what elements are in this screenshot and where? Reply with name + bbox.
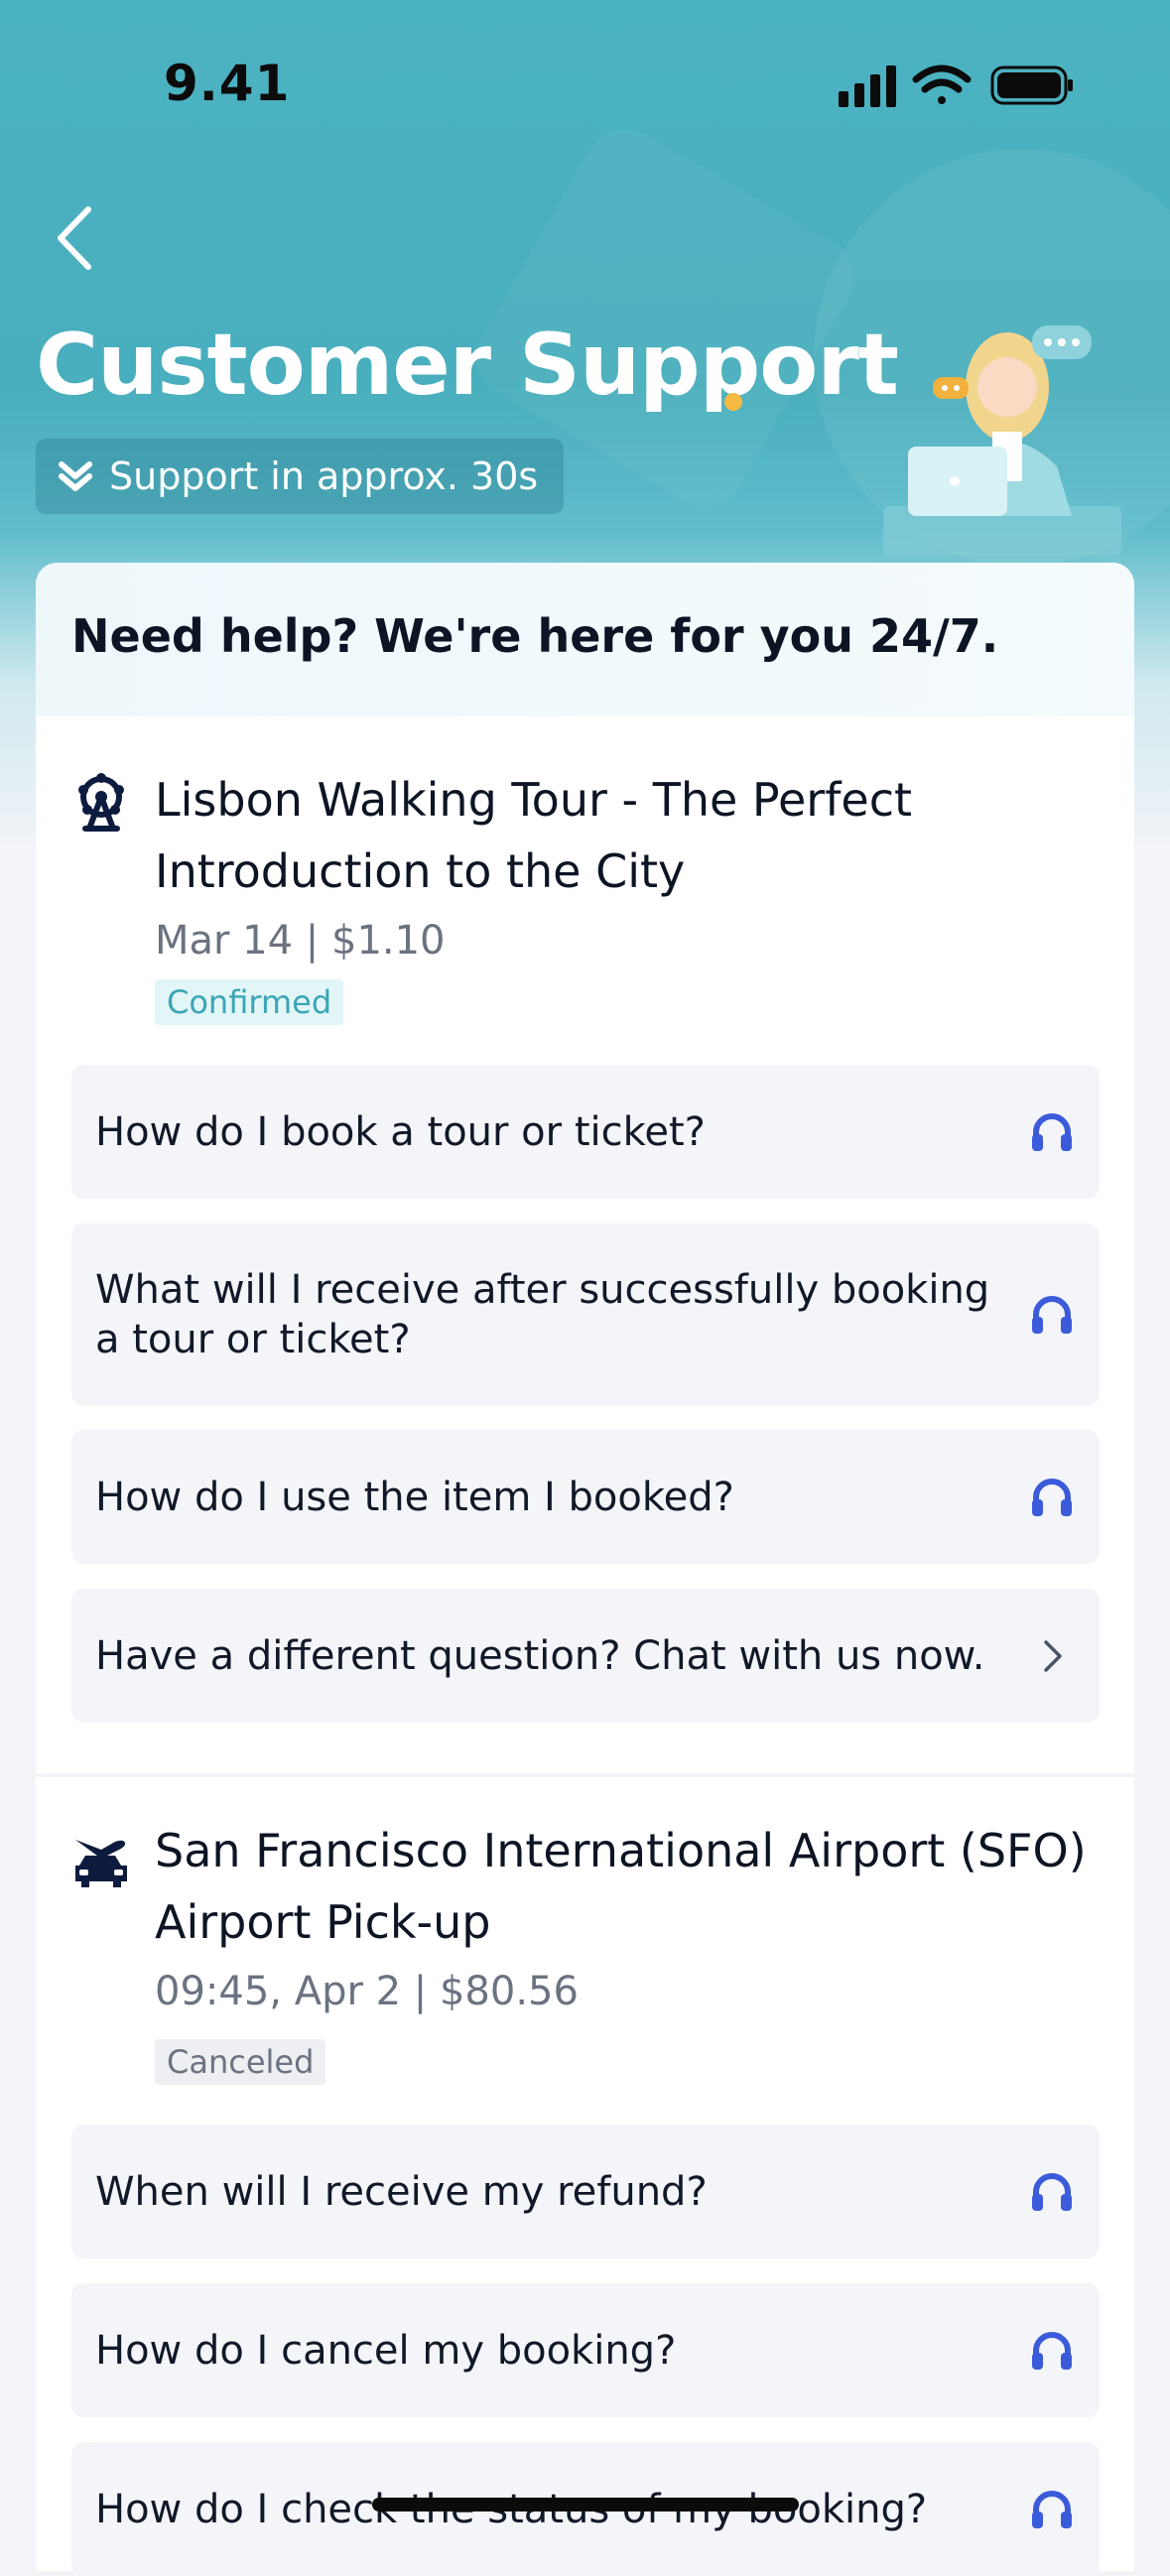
headset-icon	[1032, 2331, 1072, 2370]
faq-question: How do I use the item I booked?	[95, 1474, 734, 1520]
faq-item[interactable]: What will I receive after successfully b…	[71, 1224, 1100, 1406]
booking-card: Need help? We're here for you 24/7. Lisb…	[36, 563, 1134, 1773]
chat-now-item[interactable]: Have a different question? Chat with us …	[71, 1589, 1100, 1723]
headset-icon	[1032, 2490, 1072, 2528]
headset-icon	[1032, 1478, 1072, 1516]
back-button[interactable]	[36, 198, 115, 278]
signal-icon	[839, 65, 896, 107]
help-banner-text: Need help? We're here for you 24/7.	[71, 609, 999, 663]
status-badge: Confirmed	[155, 979, 344, 1025]
headset-icon	[1032, 1296, 1072, 1334]
booking-title[interactable]: San Francisco International Airport (SFO…	[155, 1815, 1088, 1958]
support-time-badge: Support in approx. 30s	[36, 439, 565, 514]
home-indicator[interactable]	[372, 2498, 799, 2512]
ferris-wheel-icon	[78, 773, 124, 832]
chevron-right-icon	[1044, 1639, 1062, 1672]
faq-question: How do I cancel my booking?	[95, 2327, 677, 2374]
faq-item[interactable]: When will I receive my refund?	[71, 2125, 1100, 2258]
faq-question: How do I book a tour or ticket?	[95, 1108, 706, 1155]
faq-item[interactable]: How do I book a tour or ticket?	[71, 1065, 1100, 1199]
airport-car-icon	[75, 1840, 127, 1887]
status-icons	[839, 64, 1073, 107]
support-time-text: Support in approx. 30s	[109, 454, 539, 498]
status-time: 9.41	[164, 55, 291, 112]
headset-icon	[1032, 2172, 1072, 2211]
wifi-icon	[912, 64, 972, 104]
booking-meta: 09:45, Apr 2 | $80.56	[155, 1969, 579, 2014]
booking-title-line2: Airport Pick-up	[155, 1895, 491, 1949]
page-title: Customer Support	[36, 316, 899, 415]
faq-question: What will I receive after successfully b…	[95, 1267, 990, 1362]
faq-item[interactable]: How do I use the item I booked?	[71, 1430, 1100, 1564]
status-badge: Canceled	[155, 2039, 326, 2085]
booking-title-line1: Lisbon Walking Tour - The Perfect	[155, 773, 913, 827]
booking-meta: Mar 14 | $1.10	[155, 918, 446, 964]
booking-card: San Francisco International Airport (SFO…	[36, 1777, 1134, 2576]
booking-title-line1: San Francisco International Airport (SFO…	[155, 1824, 1087, 1877]
booking-title[interactable]: Lisbon Walking Tour - The Perfect Introd…	[155, 764, 1088, 907]
battery-icon	[990, 65, 1073, 105]
booking-title-line2: Introduction to the City	[155, 844, 686, 898]
chevron-left-icon	[58, 206, 91, 270]
faq-item[interactable]: How do I cancel my booking?	[71, 2283, 1100, 2417]
double-chevron-down-icon	[59, 461, 92, 491]
support-agent-illustration	[883, 325, 1121, 556]
faq-question: When will I receive my refund?	[95, 2168, 708, 2215]
headset-icon	[1032, 1112, 1072, 1151]
status-bar: 9.41	[0, 0, 1170, 174]
title-accent-dot	[724, 393, 742, 411]
faq-question: Have a different question? Chat with us …	[95, 1632, 985, 1679]
